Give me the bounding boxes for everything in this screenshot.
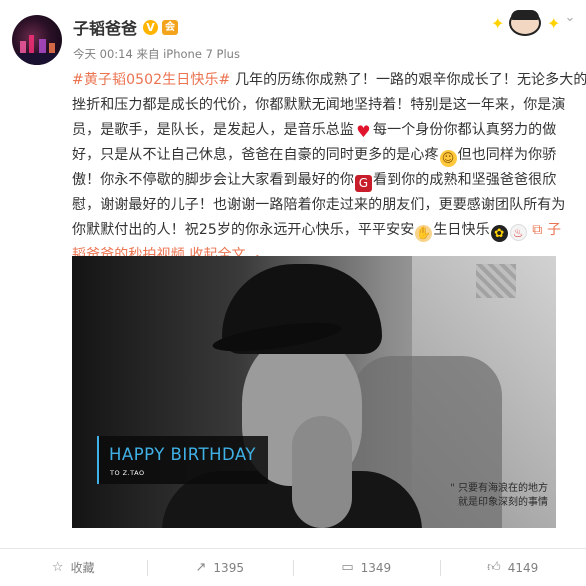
crying-face-emoji-icon: ☺ [439, 150, 457, 167]
video-link-icon[interactable]: ⧉ [532, 222, 542, 238]
heart-emoji-icon: ♥ [356, 122, 371, 141]
repost-count: 1395 [213, 560, 244, 575]
post-line: 慰，谢谢最好的儿子！也谢谢一路陪着你走过来的朋友们，更要感谢团队所有为 [72, 197, 566, 213]
post-text-segment: 几年的历练你成熟了！一路的艰辛你成长了！无论多大的 [230, 72, 586, 88]
post-line: 你默默付出的人！祝25岁的你永远开心快乐，平平安安 ✋ 生日快乐 ✿ ♨ ⧉ 子 [72, 218, 576, 243]
favorite-button[interactable]: ☆ 收藏 [0, 549, 147, 586]
post-text-segment: 好，只是从不让自己休息，爸爸在自豪的同时更多的是心疼 [72, 147, 439, 163]
birthday-subtitle: TO Z.TAO [110, 469, 145, 477]
chevron-down-icon[interactable]: ⌄ [562, 10, 578, 26]
like-count: 4149 [507, 560, 539, 575]
vip-badge-icon: 会 [162, 19, 179, 35]
author-name[interactable]: 子韬爸爸 [73, 15, 137, 39]
blurred-region [476, 264, 516, 298]
post-text-segment: 但也同样为你骄 [457, 147, 557, 163]
avatar-graphic [29, 35, 34, 55]
comment-icon: ▭ [341, 560, 354, 575]
star-outline-icon: ☆ [51, 560, 64, 575]
avatar-sticker: ✦ ✦ [491, 8, 567, 38]
post-text-segment: 傲！你永不停歇的脚步会让大家看到最好的你 [72, 172, 354, 188]
video-quote: " 只要有海浪在的地方 就是印象深刻的事情 [430, 482, 548, 510]
action-bar: ☆ 收藏 ↗ 1395 ▭ 1349 👍︎ 4149 [0, 549, 586, 586]
hashtag-link[interactable]: #黄子韬0502生日快乐# [72, 72, 230, 88]
video-link-start[interactable]: 子 [547, 222, 561, 238]
post-line: #黄子韬0502生日快乐# 几年的历练你成熟了！一路的艰辛你成长了！无论多大的 [72, 68, 586, 93]
post-header: 子韬爸爸 V 会 今天 00:14 来自 iPhone 7 Plus ✦ ✦ ⌄ [0, 0, 586, 70]
pray-emoji-icon: ✋ [415, 225, 433, 242]
gift-emoji-icon: G [355, 175, 372, 192]
star-icon: ✦ [547, 14, 561, 33]
post-body: #黄子韬0502生日快乐# 几年的历练你成熟了！一路的艰辛你成长了！无论多大的 … [72, 68, 586, 268]
cake-emoji-icon: ♨ [509, 224, 527, 241]
post-line: 傲！你永不停歇的脚步会让大家看到最好的你 G 看到你的成熟和坚强爸爸很欣 [72, 168, 576, 193]
comment-count: 1349 [360, 560, 392, 575]
author-avatar[interactable] [12, 15, 62, 65]
repost-icon: ↗ [195, 560, 207, 575]
flower-emoji-icon: ✿ [490, 225, 508, 242]
cartoon-hair-icon [511, 10, 539, 20]
video-scene [292, 416, 352, 528]
comment-button[interactable]: ▭ 1349 [293, 549, 440, 586]
birthday-caption: HAPPY BIRTHDAY TO Z.TAO [97, 436, 268, 484]
post-text-segment: 看到你的成熟和坚强爸爸很欣 [373, 172, 557, 188]
verified-badge-icon: V [143, 19, 159, 35]
post-text-segment: 生日快乐 [433, 222, 490, 238]
video-player[interactable]: HAPPY BIRTHDAY TO Z.TAO " 只要有海浪在的地方 就是印象… [72, 256, 556, 528]
post-text-segment: 你默默付出的人！祝25岁的你永远开心快乐，平平安安 [72, 222, 415, 238]
post-line: 员，是歌手，是队长，是发起人，是音乐总监 ♥ 每一个身份你都认真努力的做 [72, 118, 576, 143]
birthday-title: HAPPY BIRTHDAY [109, 445, 256, 464]
post-meta[interactable]: 今天 00:14 来自 iPhone 7 Plus [73, 46, 240, 62]
favorite-label: 收藏 [70, 561, 95, 575]
quote-line: 就是印象深刻的事情 [458, 497, 548, 508]
author-row: 子韬爸爸 V 会 [73, 15, 179, 39]
post-text-segment: 员，是歌手，是队长，是发起人，是音乐总监 [72, 122, 354, 138]
post-text-segment: 每一个身份你都认真努力的做 [373, 122, 557, 138]
repost-button[interactable]: ↗ 1395 [146, 549, 294, 586]
post-line: 好，只是从不让自己休息，爸爸在自豪的同时更多的是心疼 ☺ 但也同样为你骄 [72, 143, 576, 168]
avatar-graphic [12, 53, 62, 65]
star-icon: ✦ [491, 14, 505, 33]
post-line: 挫折和压力都是成长的代价，你都默默无闻地坚持着！特别是这一年来，你是演 [72, 97, 566, 113]
thumbs-up-icon: 👍︎ [487, 560, 501, 575]
quote-line: " 只要有海浪在的地方 [450, 483, 548, 494]
like-button[interactable]: 👍︎ 4149 [439, 549, 586, 586]
